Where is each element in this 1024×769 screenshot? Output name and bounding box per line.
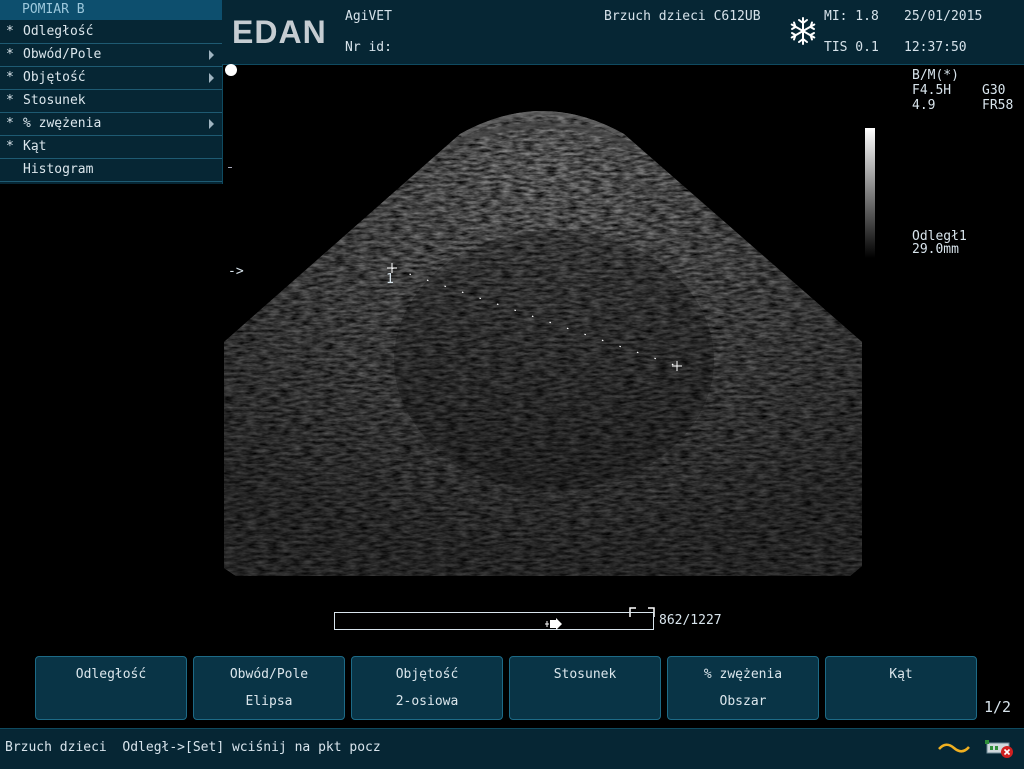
frame-rate: FR58 [982,98,1014,113]
depth: 4.9 [912,98,936,113]
submenu-arrow-icon [209,119,214,129]
mi-index: MI: 1.8 [824,9,879,24]
softkey-page-indicator[interactable]: 1/2 [984,698,1011,716]
status-bar: Brzuch dzieci Odległ->[Set] wciśnij na p… [0,728,1024,769]
imaging-mode: B/M(*) [912,68,959,83]
menu-marker: * [6,116,14,131]
submenu-arrow-icon [209,73,214,83]
menu-item-label: Kąt [23,139,47,154]
softkey-label: Obwód/Pole [229,667,309,682]
menu-item-label: Stosunek [23,93,86,108]
orientation-marker-icon [225,64,237,76]
menu-item-circumference-area[interactable]: * Obwód/Pole [0,44,222,67]
cine-bracket-icon [629,602,655,617]
menu-item-label: Obwód/Pole [23,47,102,62]
softkey-volume[interactable]: Objętość 2-osiowa [351,656,503,720]
menu-title: POMIAR B [0,0,222,20]
menu-item-label: Odległość [23,24,94,39]
patient-id-label: Nr id: [345,40,392,55]
caliper-line [391,267,678,367]
tis-index: TIS 0.1 [824,40,879,55]
date: 25/01/2015 [904,9,983,24]
menu-item-angle[interactable]: * Kąt [0,136,222,159]
softkey-sublabel: 2-osiowa [395,694,459,709]
submenu-arrow-icon [209,50,214,60]
caliper-number: 1 [386,272,394,287]
softkey-angle[interactable]: Kąt [825,656,977,720]
menu-item-histogram[interactable]: Histogram [0,159,222,182]
menu-marker: * [6,93,14,108]
menu-item-volume[interactable]: * Objętość [0,67,222,90]
softkey-ratio[interactable]: Stosunek [509,656,661,720]
frequency: F4.5H [912,83,952,98]
grayscale-bar [865,128,875,258]
cine-progress-bar[interactable] [334,612,654,630]
menu-title-label: POMIAR B [22,2,85,17]
cine-thumb-icon[interactable] [545,615,563,630]
cine-frame-counter: 862/1227 [659,613,722,628]
softkey-circumference-area[interactable]: Obwód/Pole Elipsa [193,656,345,720]
softkey-label: Stosunek [553,667,617,682]
softkey-label: Odległość [75,667,147,682]
menu-marker: * [6,47,14,62]
measurement-menu: POMIAR B * Odległość * Obwód/Pole * Obję… [0,0,223,184]
menu-item-label: Histogram [23,162,94,177]
menu-marker: * [6,70,14,85]
ac-power-icon [938,739,970,757]
menu-marker: * [6,139,14,154]
caliper-end-icon [672,361,682,371]
freeze-snowflake-icon [788,16,818,46]
hospital-name: AgiVET [345,9,392,24]
menu-item-ratio[interactable]: * Stosunek [0,90,222,113]
softkey-label: % zwężenia [703,667,783,682]
header-bar: EDAN AgiVET Nr id: Brzuch dzieci C612UB … [222,0,1024,65]
softkey-distance[interactable]: Odległość [35,656,187,720]
softkey-sublabel: Obszar [719,694,767,709]
gain: G30 [982,83,1006,98]
softkey-label: Kąt [889,667,913,682]
menu-item-label: Objętość [23,70,86,85]
time: 12:37:50 [904,40,967,55]
menu-item-distance[interactable]: * Odległość [0,21,222,44]
softkey-label: Objętość [395,667,459,682]
distance-caliper [387,263,682,371]
menu-item-stenosis[interactable]: * % zwężenia [0,113,222,136]
menu-item-label: % zwężenia [23,116,102,131]
status-text: Brzuch dzieci Odległ->[Set] wciśnij na p… [5,740,381,755]
exam-preset: Brzuch dzieci C612UB [604,9,761,24]
menu-marker: * [6,24,14,39]
softkey-stenosis[interactable]: % zwężenia Obszar [667,656,819,720]
softkey-sublabel: Elipsa [245,694,293,709]
measurement-value: 29.0mm [912,242,959,257]
network-disconnected-icon [985,737,1015,759]
edan-logo: EDAN [232,14,327,50]
